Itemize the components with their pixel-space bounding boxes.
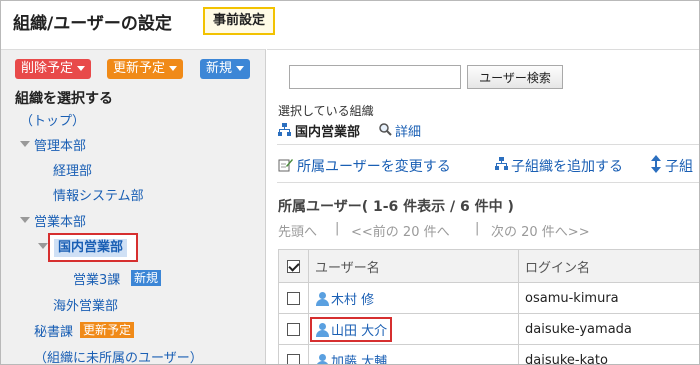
login-cell: osamu-kimura — [518, 282, 699, 314]
tree-item-sales-hq[interactable]: 営業本部 — [34, 211, 86, 230]
new-tag: 新規 — [131, 270, 162, 286]
add-child-org-link[interactable]: 子組織を追加する — [511, 156, 623, 176]
update-scheduled-tag: 更新予定 — [80, 322, 135, 338]
reorder-icon — [651, 155, 661, 177]
chevron-down-icon — [169, 66, 178, 71]
pager-separator: | — [335, 221, 340, 236]
row-checkbox[interactable] — [287, 291, 300, 305]
chevron-down-icon — [236, 66, 245, 71]
select-all-cell — [278, 249, 309, 283]
table-header-row: ユーザー名 ログイン名 — [278, 249, 699, 283]
user-icon — [315, 353, 329, 364]
row-checkbox-cell — [278, 313, 309, 345]
tree-item-overseas-sales[interactable]: 海外営業部 — [53, 295, 118, 314]
select-all-checkbox[interactable] — [287, 259, 300, 273]
tree-item-it-systems[interactable]: 情報システム部 — [53, 185, 144, 204]
detail-link[interactable]: 詳細 — [395, 121, 421, 140]
tree-item-admin-hq[interactable]: 管理本部 — [34, 135, 86, 154]
update-scheduled-label: 更新予定 — [113, 61, 166, 76]
row-checkbox-cell — [278, 282, 309, 314]
tree-item-unassigned[interactable]: （組織に未所属のユーザー） — [34, 347, 203, 364]
user-search-input[interactable] — [289, 65, 461, 89]
tree-item-domestic-sales[interactable]: 国内営業部 — [54, 239, 128, 257]
selected-org-name: 国内営業部 — [295, 125, 361, 140]
row-checkbox-cell — [278, 344, 309, 364]
members-heading: 所属ユーザー( 1-6 件表示 / 6 件中 ) — [278, 199, 514, 215]
selected-org-label: 選択している組織 — [278, 104, 374, 118]
column-header-login[interactable]: ログイン名 — [518, 249, 699, 283]
login-cell: daisuke-kato — [518, 344, 699, 364]
tree-item-top[interactable]: （トップ） — [20, 110, 85, 129]
reorder-child-org-link[interactable]: 子組 — [665, 156, 693, 176]
user-icon — [315, 322, 329, 337]
select-org-heading: 組織を選択する — [15, 91, 113, 107]
row-checkbox[interactable] — [287, 322, 300, 336]
collapse-triangle-icon[interactable] — [20, 141, 30, 147]
user-link[interactable]: 木村 修 — [331, 293, 374, 308]
new-button[interactable]: 新規 — [200, 59, 251, 79]
new-label: 新規 — [206, 61, 233, 76]
chevron-down-icon — [77, 66, 86, 71]
org-icon — [278, 123, 291, 138]
user-icon — [315, 291, 329, 306]
user-search-button[interactable]: ユーザー検索 — [467, 65, 563, 89]
highlighted-user[interactable]: 山田 大介 — [310, 316, 393, 342]
tree-item-secretary[interactable]: 秘書課 — [34, 321, 73, 340]
row-checkbox[interactable] — [287, 353, 300, 364]
delete-scheduled-label: 削除予定 — [21, 61, 74, 76]
change-members-link[interactable]: 所属ユーザーを変更する — [297, 156, 451, 176]
delete-scheduled-button[interactable]: 削除予定 — [15, 59, 92, 79]
pager-prev[interactable]: <<前の 20 件へ — [351, 221, 450, 240]
username-cell: 加藤 大輔 — [308, 344, 519, 365]
user-link[interactable]: 加藤 大輔 — [331, 355, 387, 365]
username-cell: 山田 大介 — [308, 313, 519, 345]
user-link[interactable]: 山田 大介 — [331, 324, 387, 339]
app-frame: 組織/ユーザーの設定 事前設定 削除予定 更新予定 新規 組織を選択する （トッ… — [0, 0, 700, 365]
divider — [277, 182, 699, 183]
column-header-username[interactable]: ユーザー名 — [308, 249, 519, 283]
org-detail-panel: ユーザー検索 選択している組織 国内営業部 詳細 所属ユーザーを変更する 子組織… — [267, 49, 699, 365]
org-add-icon — [495, 157, 508, 172]
magnifier-icon — [378, 122, 392, 138]
login-cell: daisuke-yamada — [518, 313, 699, 345]
tree-item-accounting[interactable]: 経理部 — [53, 160, 92, 179]
pager-first[interactable]: 先頭へ — [278, 221, 317, 240]
tree-item-sales-3[interactable]: 営業3課 — [73, 269, 120, 288]
edit-icon — [278, 157, 293, 176]
divider — [277, 144, 699, 145]
table-row: 山田 大介 daisuke-yamada — [278, 313, 699, 345]
pager-separator: | — [475, 221, 480, 236]
header: 組織/ユーザーの設定 事前設定 — [1, 1, 699, 45]
table-row: 木村 修 osamu-kimura — [278, 282, 699, 314]
members-table: ユーザー名 ログイン名 木村 修 osamu-kimura 山田 大介 dais… — [278, 249, 699, 365]
username-cell: 木村 修 — [308, 282, 519, 314]
table-row: 加藤 大輔 daisuke-kato — [278, 344, 699, 365]
page-title: 組織/ユーザーの設定 — [13, 14, 172, 34]
selected-tree-item-highlight[interactable]: 国内営業部 — [48, 233, 138, 262]
update-scheduled-button[interactable]: 更新予定 — [107, 59, 184, 79]
collapse-triangle-icon[interactable] — [20, 217, 30, 223]
pre-settings-badge[interactable]: 事前設定 — [203, 7, 276, 35]
org-tree-panel: 削除予定 更新予定 新規 組織を選択する （トップ） 管理本部 経理部 情報シス… — [1, 49, 266, 364]
pager-next[interactable]: 次の 20 件へ>> — [491, 221, 590, 240]
collapse-triangle-icon[interactable] — [38, 243, 48, 249]
